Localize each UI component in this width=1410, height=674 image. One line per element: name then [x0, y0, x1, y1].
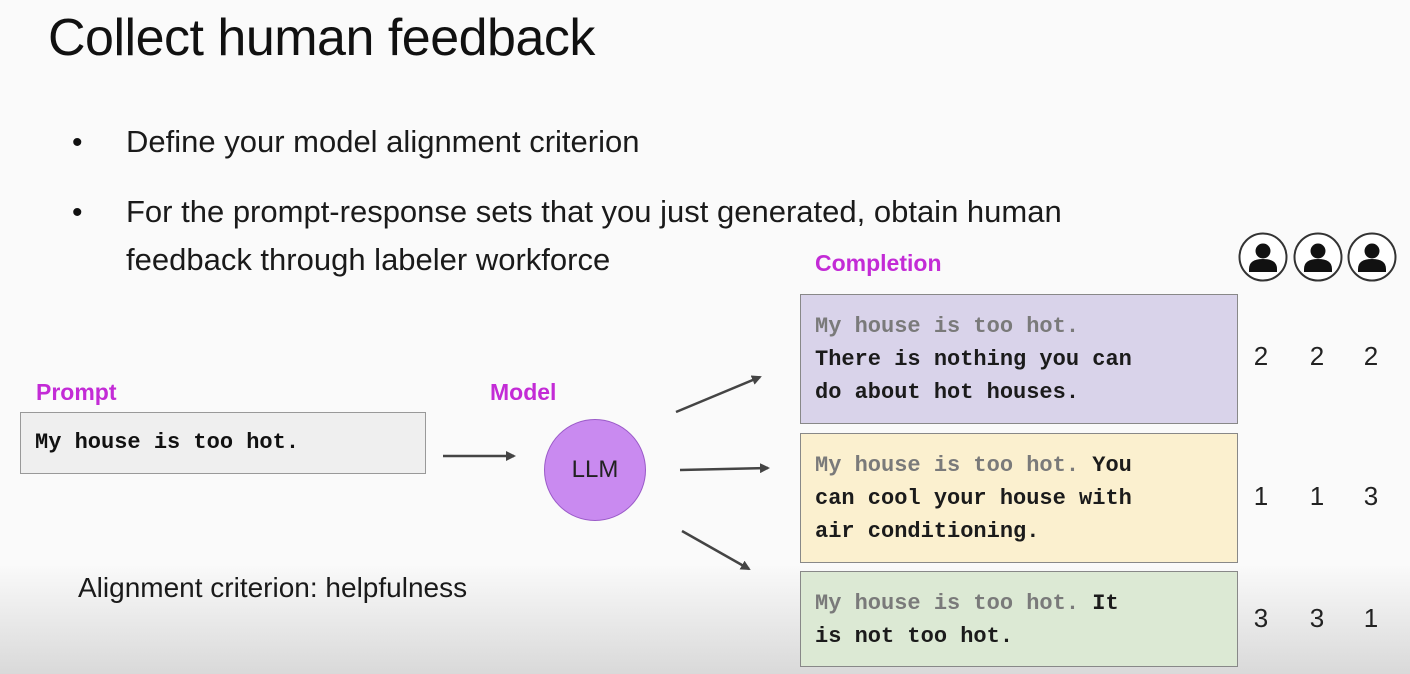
completion-1: My house is too hot. There is nothing yo… — [800, 294, 1238, 424]
completion-prompt-prefix: My house is too hot. — [815, 314, 1080, 339]
score-value: 3 — [1363, 481, 1379, 511]
model-to-completion-2-arrow — [679, 463, 770, 474]
score-value: 1 — [1363, 603, 1379, 633]
person-icon — [1293, 232, 1343, 282]
completion-3: My house is too hot. It is not too hot. — [800, 571, 1238, 667]
score-value: 2 — [1309, 341, 1325, 371]
completion-2: My house is too hot. You can cool your h… — [800, 433, 1238, 563]
completion-response: There is nothing you can do about hot ho… — [815, 347, 1132, 405]
person-icon — [1347, 232, 1397, 282]
score-value: 2 — [1253, 341, 1269, 371]
model-to-completion-3-arrow — [681, 529, 751, 571]
model-to-completion-1-arrow — [675, 375, 762, 414]
score-value: 3 — [1253, 603, 1269, 633]
person-icon — [1238, 232, 1288, 282]
score-value: 1 — [1309, 481, 1325, 511]
completion-prompt-prefix: My house is too hot. — [815, 453, 1080, 478]
score-value: 3 — [1309, 603, 1325, 633]
score-value: 2 — [1363, 341, 1379, 371]
score-value: 1 — [1253, 481, 1269, 511]
completion-prompt-prefix: My house is too hot. — [815, 591, 1080, 616]
